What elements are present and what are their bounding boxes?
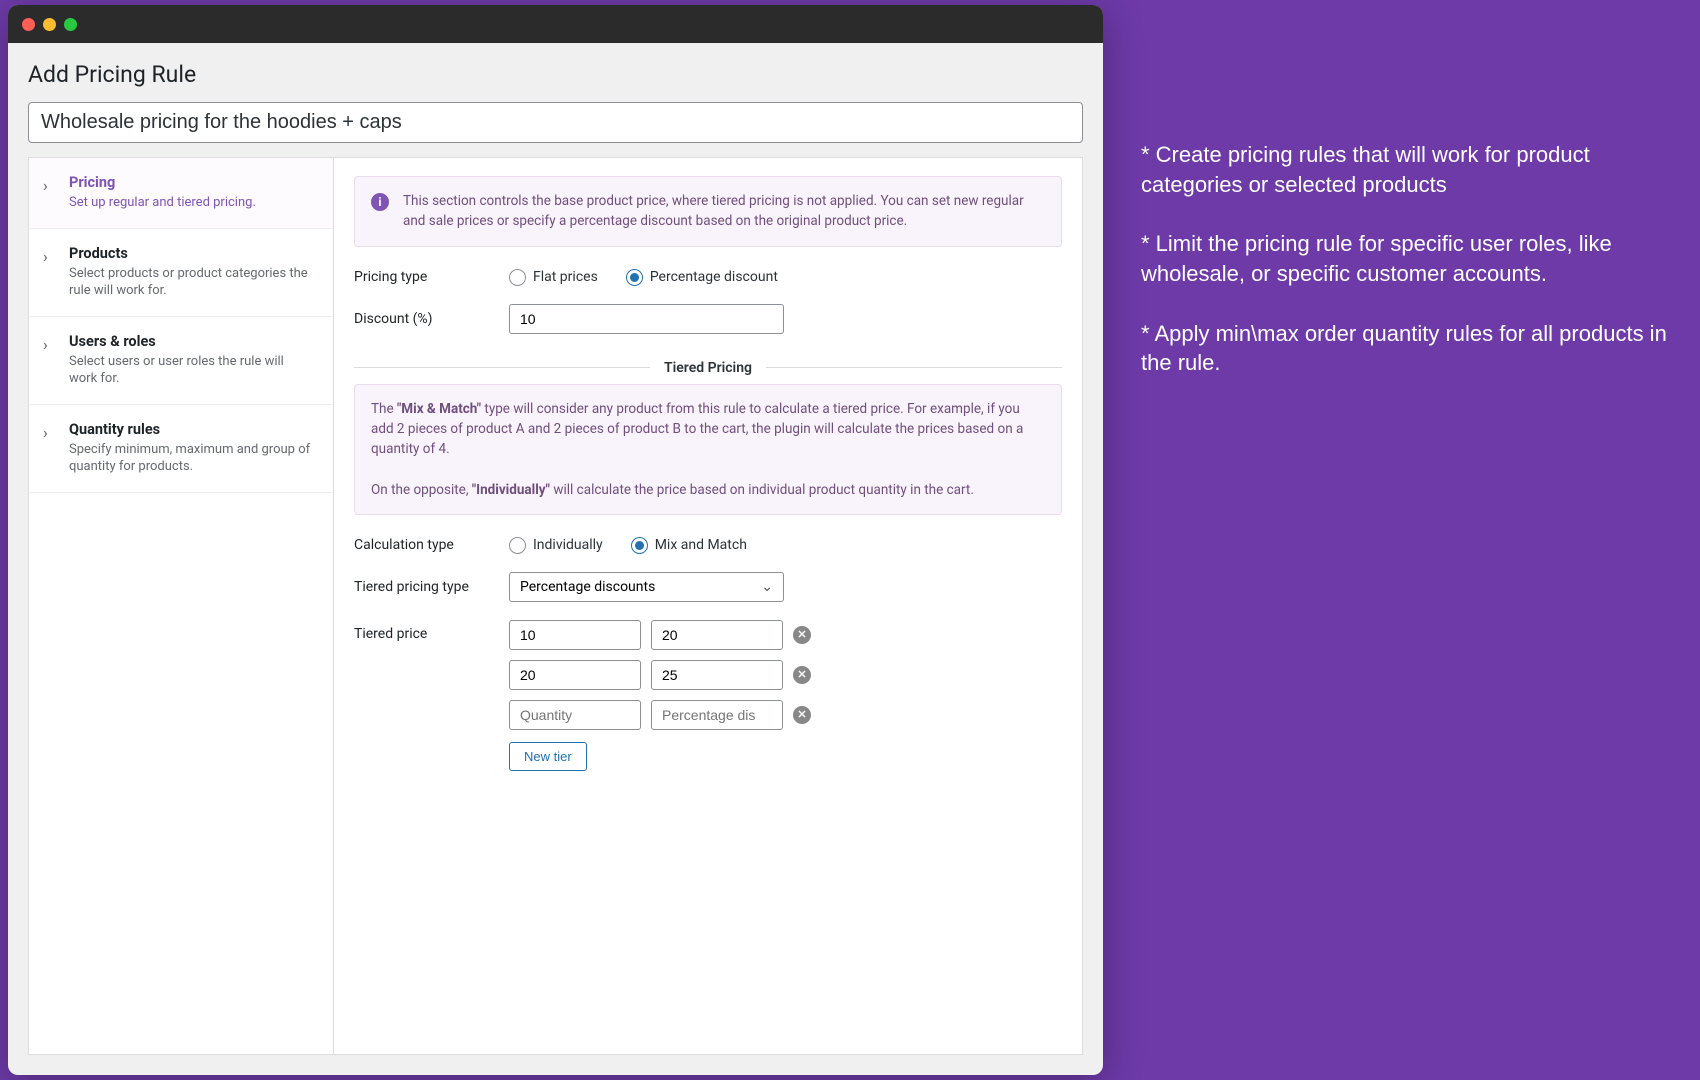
notice-text-part: will calculate the price based on indivi…	[550, 482, 974, 498]
sidebar-item-quantity-rules[interactable]: › Quantity rules Specify minimum, maximu…	[29, 405, 333, 493]
sidebar-item-desc: Select users or user roles the rule will…	[69, 353, 315, 388]
close-icon: ✕	[797, 708, 806, 721]
radio-percentage-discount[interactable]: Percentage discount	[626, 269, 778, 286]
settings-sidebar: › Pricing Set up regular and tiered pric…	[28, 157, 333, 1055]
tier-qty-input[interactable]	[509, 620, 641, 650]
discount-row: Discount (%)	[354, 304, 1062, 334]
sidebar-item-title: Pricing	[69, 174, 315, 191]
page-title: Add Pricing Rule	[28, 61, 1083, 88]
radio-label: Flat prices	[533, 269, 598, 285]
remove-tier-button[interactable]: ✕	[793, 626, 811, 644]
radio-mix-and-match[interactable]: Mix and Match	[631, 537, 747, 554]
tier-row: ✕	[509, 660, 811, 690]
radio-label: Individually	[533, 537, 603, 553]
info-icon: i	[371, 193, 389, 211]
tier-rows: ✕ ✕ ✕	[509, 620, 811, 730]
page-header: Add Pricing Rule	[8, 43, 1103, 157]
pricing-type-label: Pricing type	[354, 269, 509, 285]
radio-icon	[626, 269, 643, 286]
notice-bold: "Individually"	[472, 482, 550, 498]
tier-discount-input[interactable]	[651, 620, 783, 650]
sidebar-item-title: Users & roles	[69, 333, 315, 350]
chevron-right-icon: ›	[43, 176, 48, 195]
discount-label: Discount (%)	[354, 311, 509, 327]
tiered-price-row: Tiered price ✕ ✕	[354, 620, 1062, 771]
annotation-text: * Limit the pricing rule for specific us…	[1141, 229, 1670, 288]
close-icon: ✕	[797, 628, 806, 641]
window-minimize-button[interactable]	[43, 18, 56, 31]
app-window: Add Pricing Rule › Pricing Set up regula…	[8, 5, 1103, 1075]
radio-flat-prices[interactable]: Flat prices	[509, 269, 598, 286]
radio-icon	[509, 537, 526, 554]
chevron-right-icon: ›	[43, 423, 48, 442]
sidebar-item-desc: Select products or product categories th…	[69, 265, 315, 300]
sidebar-item-products[interactable]: › Products Select products or product ca…	[29, 229, 333, 317]
annotation-text: * Create pricing rules that will work fo…	[1141, 140, 1670, 199]
calc-type-row: Calculation type Individually Mix and Ma…	[354, 537, 1062, 554]
rule-name-input[interactable]	[28, 102, 1083, 143]
radio-label: Mix and Match	[655, 537, 747, 553]
window-titlebar	[8, 5, 1103, 43]
discount-input[interactable]	[509, 304, 784, 334]
new-tier-button[interactable]: New tier	[509, 742, 587, 771]
notice-text-part: On the opposite,	[371, 482, 472, 498]
tier-qty-input[interactable]	[509, 700, 641, 730]
tier-qty-input[interactable]	[509, 660, 641, 690]
sidebar-item-pricing[interactable]: › Pricing Set up regular and tiered pric…	[29, 158, 333, 229]
tier-row: ✕	[509, 620, 811, 650]
sidebar-item-desc: Set up regular and tiered pricing.	[69, 194, 315, 212]
select-value: Percentage discounts	[520, 579, 655, 595]
marketing-annotations: * Create pricing rules that will work fo…	[1111, 0, 1700, 1080]
sidebar-item-users-roles[interactable]: › Users & roles Select users or user rol…	[29, 317, 333, 405]
window-maximize-button[interactable]	[64, 18, 77, 31]
notice-bold: "Mix & Match"	[397, 401, 481, 417]
window-close-button[interactable]	[22, 18, 35, 31]
pricing-type-row: Pricing type Flat prices Percentage disc…	[354, 269, 1062, 286]
sidebar-item-title: Products	[69, 245, 315, 262]
tier-row-empty: ✕	[509, 700, 811, 730]
annotation-text: * Apply min\max order quantity rules for…	[1141, 319, 1670, 378]
tiered-price-label: Tiered price	[354, 620, 509, 642]
divider-label-text: Tiered Pricing	[650, 360, 766, 376]
remove-tier-button[interactable]: ✕	[793, 706, 811, 724]
chevron-down-icon: ⌄	[761, 579, 773, 595]
tiered-notice: The "Mix & Match" type will consider any…	[354, 384, 1062, 515]
notice-text: This section controls the base product p…	[403, 193, 1024, 229]
chevron-right-icon: ›	[43, 335, 48, 354]
tiered-type-row: Tiered pricing type Percentage discounts…	[354, 572, 1062, 602]
radio-icon	[509, 269, 526, 286]
remove-tier-button[interactable]: ✕	[793, 666, 811, 684]
close-icon: ✕	[797, 668, 806, 681]
radio-individually[interactable]: Individually	[509, 537, 603, 554]
chevron-right-icon: ›	[43, 247, 48, 266]
tier-discount-input[interactable]	[651, 700, 783, 730]
tiered-type-label: Tiered pricing type	[354, 579, 509, 595]
sidebar-item-title: Quantity rules	[69, 421, 315, 438]
tier-discount-input[interactable]	[651, 660, 783, 690]
pricing-notice: i This section controls the base product…	[354, 176, 1062, 247]
tiered-pricing-divider: Tiered Pricing	[354, 360, 1062, 376]
calc-type-label: Calculation type	[354, 537, 509, 553]
sidebar-item-desc: Specify minimum, maximum and group of qu…	[69, 441, 315, 476]
tiered-type-select[interactable]: Percentage discounts ⌄	[509, 572, 784, 602]
settings-panel: i This section controls the base product…	[333, 157, 1083, 1055]
notice-text-part: The	[371, 401, 397, 417]
radio-label: Percentage discount	[650, 269, 778, 285]
radio-icon	[631, 537, 648, 554]
